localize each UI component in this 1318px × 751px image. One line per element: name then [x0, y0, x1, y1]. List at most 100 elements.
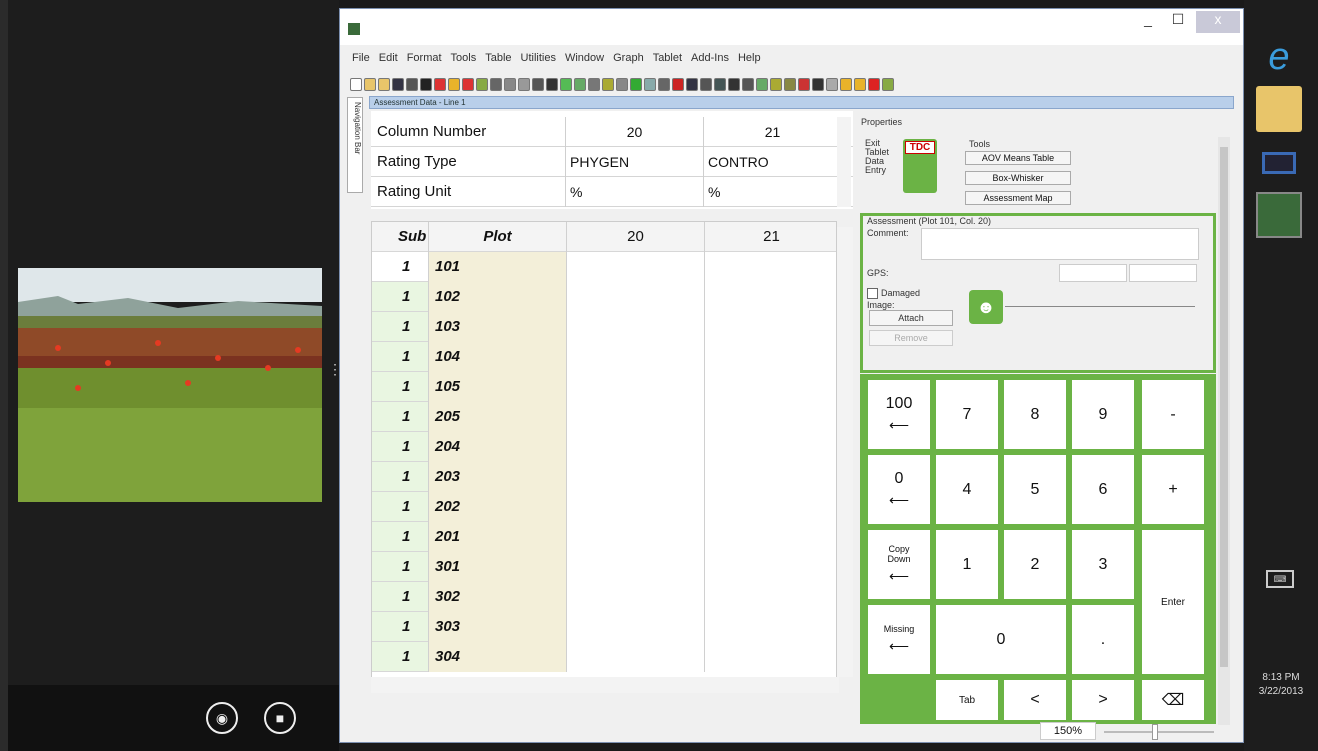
key-missing[interactable]: Missing ⟵: [868, 605, 930, 674]
tdc-logo[interactable]: TDC: [903, 139, 937, 193]
key-2[interactable]: 2: [1004, 530, 1066, 599]
red-icon[interactable]: [686, 77, 698, 91]
new-icon[interactable]: [350, 77, 362, 91]
attach-button[interactable]: Attach: [869, 310, 953, 326]
sub-cell[interactable]: 1: [396, 462, 428, 492]
blue-icon[interactable]: [700, 77, 712, 91]
circle-icon[interactable]: [756, 77, 768, 91]
save-icon[interactable]: [392, 77, 404, 91]
maximize-button[interactable]: ☐: [1164, 11, 1192, 33]
gps-latitude-input[interactable]: [1059, 264, 1127, 282]
value-cell-21[interactable]: [704, 252, 836, 282]
delete-icon[interactable]: [420, 77, 432, 91]
video-icon[interactable]: ■: [264, 702, 296, 734]
menu-utilities[interactable]: Utilities: [521, 52, 556, 68]
value-cell-20[interactable]: [566, 402, 704, 432]
globe-icon[interactable]: [644, 77, 656, 91]
backspace-icon[interactable]: ⌫: [1142, 680, 1204, 720]
value-cell-21[interactable]: [704, 642, 836, 672]
box-whisker-button[interactable]: Box-Whisker: [965, 171, 1071, 185]
key-0-enter[interactable]: 0 ⟵: [868, 455, 930, 524]
gps-longitude-input[interactable]: [1129, 264, 1197, 282]
key-8[interactable]: 8: [1004, 380, 1066, 449]
bulb-icon[interactable]: [854, 77, 866, 91]
sub-cell[interactable]: 1: [396, 312, 428, 342]
tablet-app-icon[interactable]: [1256, 140, 1302, 186]
plot-cell[interactable]: 201: [428, 522, 566, 552]
plus-icon[interactable]: [868, 77, 880, 91]
menu-graph[interactable]: Graph: [613, 52, 644, 68]
marker-2-icon[interactable]: [812, 77, 824, 91]
value-cell-21[interactable]: [704, 432, 836, 462]
plot-cell[interactable]: 205: [428, 402, 566, 432]
menu-window[interactable]: Window: [565, 52, 604, 68]
value-cell-21[interactable]: [704, 402, 836, 432]
image-icon[interactable]: [462, 77, 474, 91]
value-cell-20[interactable]: [566, 312, 704, 342]
open-icon[interactable]: [364, 77, 376, 91]
comment-input[interactable]: [921, 228, 1199, 260]
minimize-button[interactable]: _: [1134, 11, 1162, 33]
chart-2-icon[interactable]: [448, 77, 460, 91]
grid-vertical-scrollbar[interactable]: [837, 227, 853, 677]
table-row[interactable]: 1 203: [372, 462, 836, 492]
key-minus[interactable]: -: [1142, 380, 1204, 449]
value-cell-21[interactable]: [704, 522, 836, 552]
value-cell-21[interactable]: [704, 462, 836, 492]
grid-horizontal-scrollbar[interactable]: [371, 677, 839, 693]
tools-icon[interactable]: [826, 77, 838, 91]
menu-table[interactable]: Table: [485, 52, 511, 68]
key-right[interactable]: >: [1072, 680, 1134, 720]
value-cell-20[interactable]: [566, 522, 704, 552]
col-header-20[interactable]: 20: [566, 222, 704, 252]
key-dot[interactable]: .: [1072, 605, 1134, 674]
col-header-plot[interactable]: Plot: [428, 222, 566, 252]
marker-icon[interactable]: [798, 77, 810, 91]
book-2-icon[interactable]: [728, 77, 740, 91]
tree-icon[interactable]: [784, 77, 796, 91]
key-enter[interactable]: Enter: [1142, 530, 1204, 674]
split-handle[interactable]: ⋮: [328, 362, 342, 392]
menu-format[interactable]: Format: [407, 52, 442, 68]
image-slider[interactable]: [1005, 306, 1195, 307]
sub-cell[interactable]: 1: [396, 492, 428, 522]
table-row[interactable]: 1 104: [372, 342, 836, 372]
grid-icon[interactable]: [616, 77, 628, 91]
value-cell-21[interactable]: [704, 282, 836, 312]
sub-cell[interactable]: 1: [396, 522, 428, 552]
table-row[interactable]: 1 204: [372, 432, 836, 462]
value-cell-20[interactable]: [566, 612, 704, 642]
print-preview-icon[interactable]: [504, 77, 516, 91]
sort-2-icon[interactable]: [602, 77, 614, 91]
key-100[interactable]: 100 ⟵: [868, 380, 930, 449]
keyboard-icon[interactable]: ⌨: [1266, 570, 1294, 588]
value-cell-20[interactable]: [566, 342, 704, 372]
header-cell[interactable]: 21: [703, 117, 841, 147]
value-cell-20[interactable]: [566, 282, 704, 312]
col-header-sub[interactable]: Sub: [396, 222, 428, 252]
key-7[interactable]: 7: [936, 380, 998, 449]
value-cell-21[interactable]: [704, 552, 836, 582]
black-icon[interactable]: [742, 77, 754, 91]
menu-tools[interactable]: Tools: [451, 52, 477, 68]
internet-explorer-icon[interactable]: e: [1256, 34, 1302, 80]
key-1[interactable]: 1: [936, 530, 998, 599]
key-zero[interactable]: 0: [936, 605, 1066, 674]
table-row[interactable]: 1 301: [372, 552, 836, 582]
plot-cell[interactable]: 102: [428, 282, 566, 312]
sub-cell[interactable]: 1: [396, 252, 428, 282]
header-cell[interactable]: 20: [565, 117, 703, 147]
scrollbar-thumb[interactable]: [1220, 147, 1228, 667]
table-row[interactable]: 1 105: [372, 372, 836, 402]
plot-cell[interactable]: 103: [428, 312, 566, 342]
table-row[interactable]: 1 101: [372, 252, 836, 282]
zoom-level[interactable]: 150%: [1040, 722, 1096, 740]
sub-cell[interactable]: 1: [396, 552, 428, 582]
chart-icon[interactable]: [434, 77, 446, 91]
close-button[interactable]: x: [1196, 11, 1240, 33]
camera-icon[interactable]: ◉: [206, 702, 238, 734]
key-9[interactable]: 9: [1072, 380, 1134, 449]
aov-means-table-button[interactable]: AOV Means Table: [965, 151, 1071, 165]
table-row[interactable]: 1 202: [372, 492, 836, 522]
value-cell-21[interactable]: [704, 342, 836, 372]
